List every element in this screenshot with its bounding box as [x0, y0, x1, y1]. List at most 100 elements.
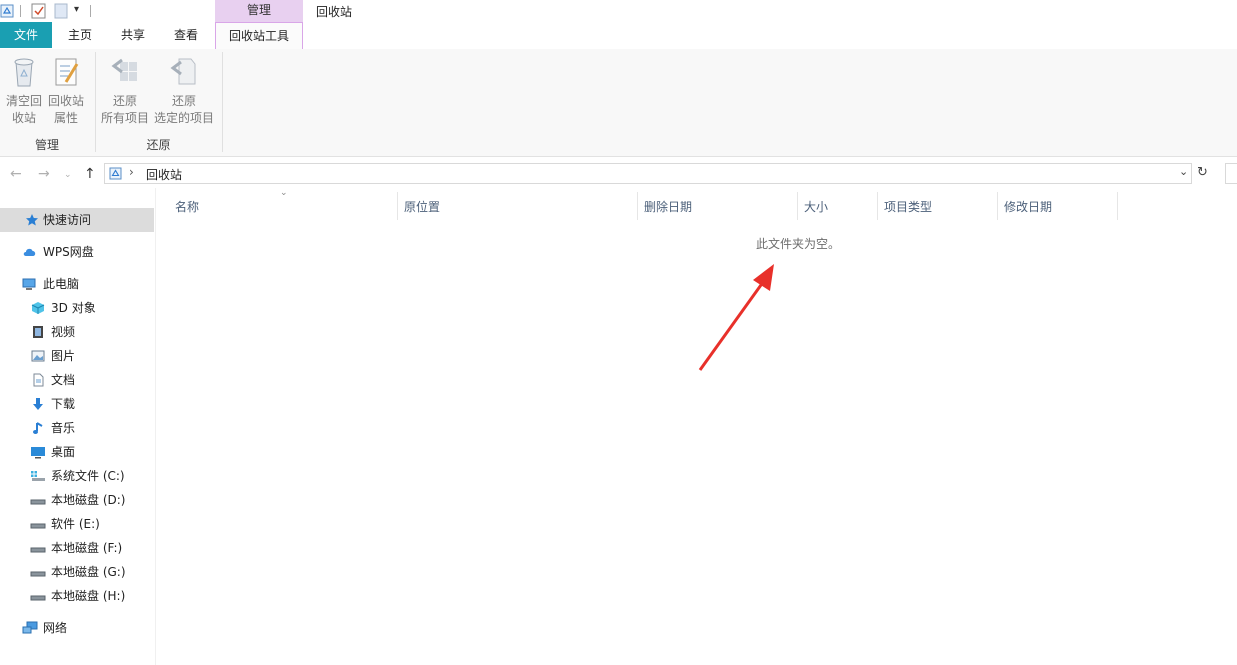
sidebar-item-label: 网络 [43, 621, 68, 635]
sidebar-item-drive-d[interactable]: 本地磁盘 (D:) [0, 488, 154, 512]
drive-icon [30, 571, 46, 577]
recent-locations-chevron-icon[interactable]: ⌄ [64, 170, 72, 180]
recycle-bin-properties-button[interactable]: 回收站 属性 [46, 56, 86, 127]
ribbon-group-manage-label: 管理 [34, 138, 59, 152]
empty-bin-label-line2: 收站 [11, 111, 36, 125]
breadcrumb-recycle-bin[interactable]: 回收站 [146, 166, 182, 183]
cube-icon [31, 302, 45, 314]
restore-all-icon [111, 58, 137, 81]
sidebar-item-label: WPS网盘 [43, 245, 94, 259]
empty-bin-label-line1: 清空回 [5, 94, 42, 108]
sidebar-item-label: 音乐 [51, 421, 76, 435]
column-header-name[interactable]: 名称 [175, 196, 199, 218]
download-arrow-icon [33, 398, 43, 410]
sidebar-item-label: 本地磁盘 (H:) [51, 589, 126, 603]
document-icon [33, 373, 44, 387]
picture-icon [31, 350, 45, 362]
recycle-bin-location-icon [109, 167, 122, 180]
sidebar-item-network[interactable]: 网络 [0, 616, 154, 640]
bin-properties-label-line1: 回收站 [47, 94, 84, 108]
restore-selected-label-line2: 选定的项目 [153, 111, 214, 125]
sidebar-item-label: 系统文件 (C:) [51, 469, 125, 483]
sidebar-item-drive-e[interactable]: 软件 (E:) [0, 512, 154, 536]
sidebar-item-3d-objects[interactable]: 3D 对象 [0, 296, 154, 320]
sidebar-item-label: 本地磁盘 (G:) [51, 565, 126, 579]
context-tab-group-label: 管理 [246, 3, 271, 17]
up-arrow-icon[interactable]: ↑ [84, 166, 96, 182]
drive-icon [30, 499, 46, 505]
film-icon [33, 326, 43, 338]
empty-folder-message: 此文件夹为空。 [756, 237, 841, 251]
toolbar-divider [20, 5, 21, 17]
recycle-bin-icon[interactable] [0, 4, 14, 18]
sidebar-item-desktop[interactable]: 桌面 [0, 440, 154, 464]
restore-all-label-line2: 所有项目 [100, 111, 149, 125]
column-divider[interactable] [397, 192, 398, 220]
restore-selected-items-button[interactable]: 还原 选定的项目 [152, 56, 216, 127]
sidebar-item-documents[interactable]: 文档 [0, 368, 154, 392]
sidebar-item-label: 快速访问 [43, 213, 92, 227]
sidebar-item-label: 此电脑 [43, 277, 80, 291]
column-header-date-deleted[interactable]: 删除日期 [644, 196, 692, 218]
sidebar-item-label: 图片 [51, 349, 76, 363]
search-box[interactable] [1225, 163, 1237, 184]
column-header-item-type[interactable]: 项目类型 [884, 196, 932, 218]
navigation-pane: 快速访问 WPS网盘 此电脑 3D 对象 视频 图片 文档 下载 音乐 桌面 系… [0, 188, 156, 665]
column-header-date-modified[interactable]: 修改日期 [1004, 196, 1052, 218]
tab-share[interactable]: 共享 [109, 22, 157, 48]
cloud-icon [23, 248, 36, 256]
tab-file[interactable]: 文件 [0, 22, 52, 48]
address-dropdown-chevron-icon[interactable]: ⌄ [1179, 165, 1188, 178]
column-divider[interactable] [877, 192, 878, 220]
drive-icon [30, 595, 46, 601]
refresh-icon[interactable]: ↻ [1197, 165, 1208, 180]
drive-icon [30, 523, 46, 529]
sidebar-item-wps-cloud[interactable]: WPS网盘 [0, 240, 154, 264]
sidebar-item-drive-f[interactable]: 本地磁盘 (F:) [0, 536, 154, 560]
sidebar-item-downloads[interactable]: 下载 [0, 392, 154, 416]
sidebar-item-label: 下载 [51, 397, 76, 411]
sidebar-item-drive-g[interactable]: 本地磁盘 (G:) [0, 560, 154, 584]
window-title: 回收站 [316, 5, 353, 19]
address-bar[interactable]: › 回收站 ⌄ [104, 163, 1192, 184]
column-header-size[interactable]: 大小 [804, 196, 828, 218]
column-divider[interactable] [997, 192, 998, 220]
restore-all-label-line1: 还原 [112, 94, 137, 108]
ribbon-group-restore-label: 还原 [146, 138, 171, 152]
sidebar-item-drive-h[interactable]: 本地磁盘 (H:) [0, 584, 154, 608]
sidebar-item-this-pc[interactable]: 此电脑 [0, 272, 154, 296]
sidebar-item-label: 桌面 [51, 445, 76, 459]
new-folder-icon[interactable] [54, 3, 68, 19]
network-icon [22, 621, 38, 634]
restore-all-items-button[interactable]: 还原 所有项目 [99, 56, 151, 127]
tab-view[interactable]: 查看 [162, 22, 210, 48]
forward-arrow-icon[interactable]: → [38, 166, 50, 182]
sidebar-item-videos[interactable]: 视频 [0, 320, 154, 344]
sidebar-item-label: 本地磁盘 (D:) [51, 493, 126, 507]
sidebar-item-music[interactable]: 音乐 [0, 416, 154, 440]
breadcrumb-separator[interactable]: › [129, 165, 134, 179]
sidebar-item-label: 本地磁盘 (F:) [51, 541, 123, 555]
sidebar-item-drive-c[interactable]: 系统文件 (C:) [0, 464, 154, 488]
system-drive-icon [31, 471, 45, 481]
empty-recycle-bin-button[interactable]: 清空回 收站 [3, 56, 45, 127]
column-divider[interactable] [637, 192, 638, 220]
properties-icon[interactable] [31, 3, 46, 19]
context-tab-group: 管理 [215, 0, 303, 22]
customize-quick-access-icon[interactable]: ▾ [74, 4, 79, 15]
properties-checklist-icon [55, 58, 79, 86]
tab-recycle-bin-tools[interactable]: 回收站工具 [215, 22, 303, 49]
column-header-original-location[interactable]: 原位置 [404, 196, 440, 218]
sidebar-item-quick-access[interactable]: 快速访问 [0, 208, 154, 232]
sidebar-item-pictures[interactable]: 图片 [0, 344, 154, 368]
tab-home[interactable]: 主页 [56, 22, 104, 48]
sidebar-item-label: 文档 [51, 373, 76, 387]
sidebar-item-label: 视频 [51, 325, 76, 339]
drive-icon [30, 547, 46, 553]
ribbon-group-divider [222, 52, 223, 152]
toolbar-divider [90, 5, 91, 17]
back-arrow-icon[interactable]: ← [10, 166, 22, 182]
column-divider[interactable] [1117, 192, 1118, 220]
column-divider[interactable] [797, 192, 798, 220]
music-note-icon [33, 422, 43, 434]
